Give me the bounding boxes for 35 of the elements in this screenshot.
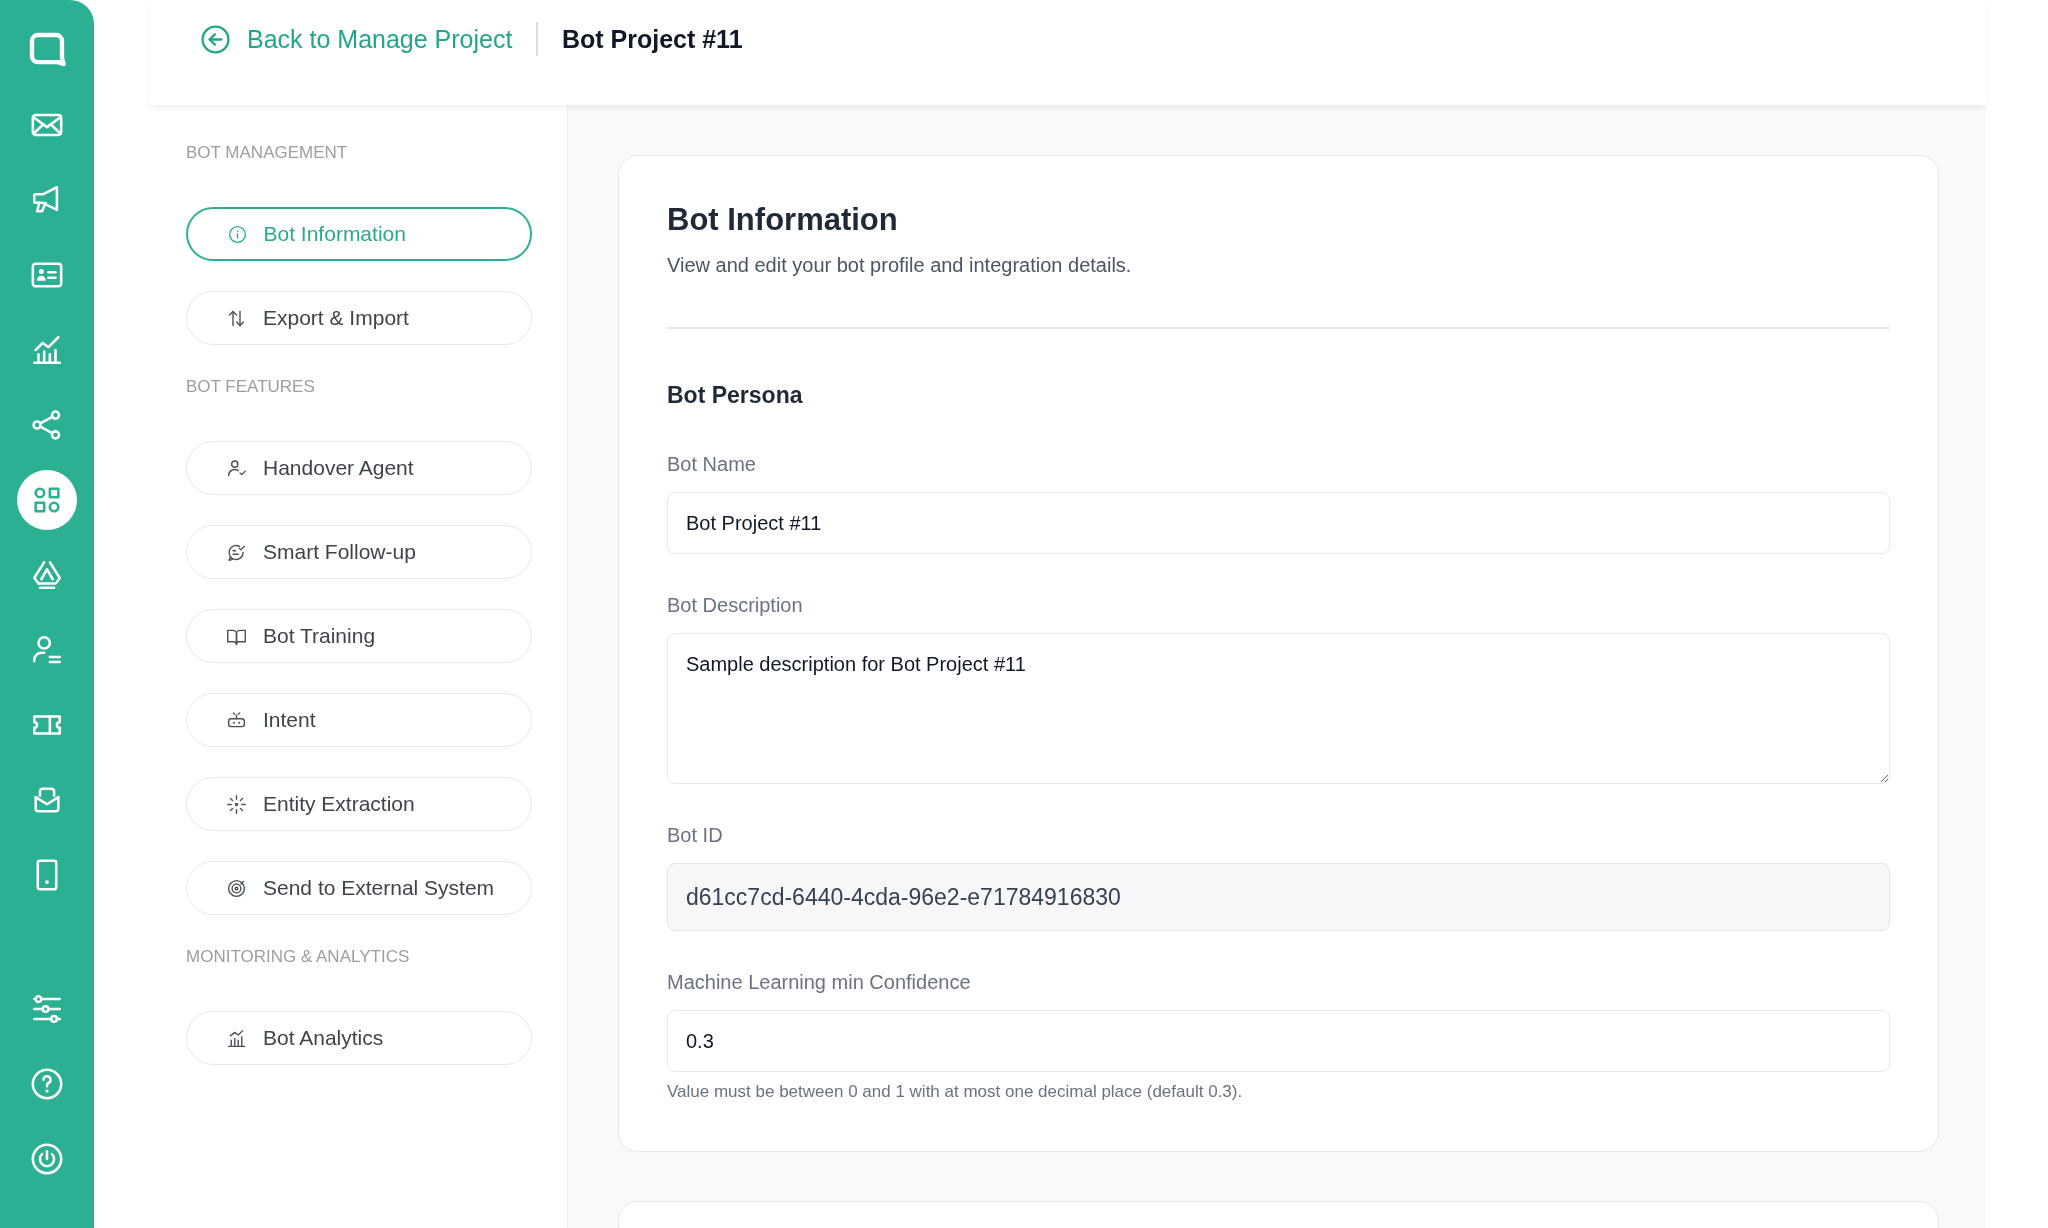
text-field[interactable]: Bot Project #11 xyxy=(667,492,1890,554)
field-label: Bot Name xyxy=(667,452,757,477)
hint-text: Value must be between 0 and 1 with at most one decimal place (default 0.3). xyxy=(667,1081,1244,1103)
nav-item[interactable]: Bot Training xyxy=(186,609,532,663)
info-icon xyxy=(226,223,248,245)
card-title: Bot Information xyxy=(667,201,899,239)
power-icon xyxy=(30,1142,64,1176)
nav-section-heading: MONITORING & ANALYTICS xyxy=(186,947,411,967)
burst-icon xyxy=(226,793,247,815)
field-label: Bot ID xyxy=(667,823,724,848)
textarea-field[interactable]: Sample description for Bot Project #11 xyxy=(667,633,1890,784)
nav-item[interactable]: Handover Agent xyxy=(186,441,532,495)
nav-section-heading: BOT MANAGEMENT xyxy=(186,143,349,163)
project-title: Bot Project #11 xyxy=(561,24,743,55)
field-label: Machine Learning min Confidence xyxy=(667,970,972,995)
field-label: Bot Description xyxy=(667,593,804,618)
nav-item[interactable]: Smart Follow-up xyxy=(186,525,532,579)
nav-section-heading: BOT FEATURES xyxy=(186,377,316,397)
rail-nav-button[interactable] xyxy=(17,470,77,530)
nav-item[interactable]: Intent xyxy=(186,693,532,747)
help-icon xyxy=(30,1067,64,1101)
bar-chart-icon xyxy=(226,1027,247,1049)
nav-item[interactable]: Entity Extraction xyxy=(186,777,532,831)
section-title: Bot Persona xyxy=(667,381,804,410)
nav-item[interactable]: Bot Analytics xyxy=(186,1011,532,1065)
card-subtitle: View and edit your bot profile and integration details. xyxy=(667,253,1133,278)
target-icon xyxy=(226,877,247,899)
nav-item[interactable]: Send to External System xyxy=(186,861,532,915)
nav-item[interactable]: Export & Import xyxy=(186,291,532,345)
sliders-icon xyxy=(30,992,64,1026)
bar-chart-icon xyxy=(30,333,64,367)
text-field[interactable]: 0.3 xyxy=(667,1010,1890,1072)
layered-triangle-icon xyxy=(30,558,64,592)
user-check-icon xyxy=(226,457,247,479)
id-field[interactable]: d61cc7cd-6440-4cda-96e2-e71784916830 xyxy=(667,863,1890,931)
